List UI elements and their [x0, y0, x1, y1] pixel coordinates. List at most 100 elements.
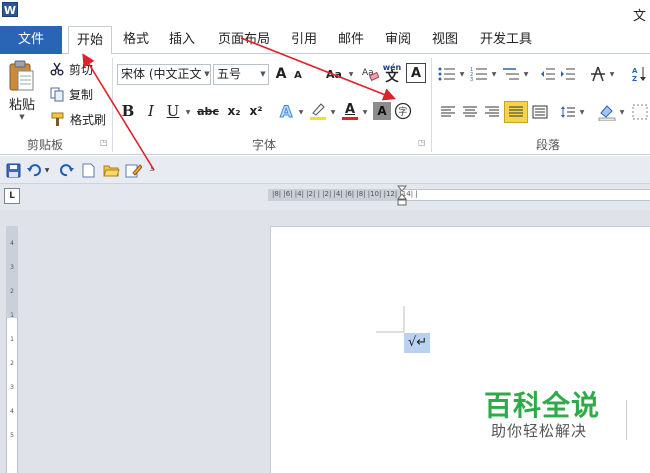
phonetic-guide-button[interactable]: wén 文 — [380, 60, 404, 86]
align-left-icon[interactable] — [438, 102, 458, 122]
multilevel-dropdown-icon[interactable]: ▼ — [522, 66, 530, 82]
enclose-characters-icon[interactable]: 字 — [393, 101, 413, 121]
bullets-dropdown-icon[interactable]: ▼ — [458, 66, 466, 82]
font-name-select[interactable]: 宋体 (中文正文 — [117, 64, 211, 85]
watermark-title: 百科全说 — [484, 389, 601, 422]
tab-insert[interactable]: 插入 — [164, 26, 200, 54]
margin-corner-mark — [376, 306, 405, 333]
redo-icon[interactable] — [57, 161, 75, 179]
font-color-button[interactable]: A — [340, 100, 360, 122]
underline-dropdown-icon[interactable]: ▼ — [183, 103, 193, 121]
undo-dropdown-icon[interactable]: ▼ — [43, 163, 51, 177]
align-center-icon[interactable] — [460, 102, 480, 122]
justify-icon[interactable] — [504, 101, 528, 123]
superscript-button[interactable]: x² — [245, 101, 267, 121]
font-color-dropdown-icon[interactable]: ▼ — [360, 103, 370, 121]
vruler-tick: 2 — [10, 288, 14, 295]
watermark-divider — [626, 400, 627, 440]
highlight-dropdown-icon[interactable]: ▼ — [328, 103, 338, 121]
window-title: 文 — [633, 9, 647, 24]
tab-file[interactable]: 文件 — [0, 26, 62, 54]
format-painter-button[interactable]: 格式刷 — [66, 110, 110, 128]
copy-icon[interactable] — [48, 85, 66, 103]
cut-button[interactable]: 剪切 — [66, 60, 96, 78]
shrink-font-button[interactable]: A — [290, 66, 306, 84]
multilevel-list-icon[interactable] — [500, 64, 522, 84]
scissors-icon[interactable] — [48, 60, 66, 78]
tab-developer[interactable]: 开发工具 — [474, 26, 538, 54]
strikethrough-button[interactable]: abc — [195, 101, 221, 121]
font-group-label: 字体 — [252, 138, 277, 152]
selected-check-mark-text[interactable]: √↵ — [404, 333, 430, 353]
tab-format[interactable]: 格式 — [118, 26, 154, 54]
char-shading-button[interactable]: A — [373, 102, 391, 120]
word-logo-icon[interactable]: W — [2, 2, 18, 17]
horizontal-ruler-ticks: |8| |6| |4| |2| | |2| |4| |6| |8| |10| |… — [272, 190, 418, 198]
font-launcher-icon[interactable]: ◳ — [418, 138, 426, 147]
align-right-icon[interactable] — [482, 102, 502, 122]
customize-qat-icon[interactable]: ⩡ — [147, 163, 157, 177]
open-folder-icon[interactable] — [101, 161, 121, 179]
indent-marker-icon[interactable] — [396, 185, 408, 207]
shading-icon[interactable] — [596, 101, 618, 123]
vruler-tick: 3 — [10, 384, 14, 391]
svg-text:A: A — [632, 67, 638, 75]
document-page[interactable] — [270, 226, 650, 473]
numbering-icon[interactable]: 123 — [468, 64, 490, 84]
chinese-layout-icon[interactable] — [588, 63, 608, 85]
paste-dropdown-icon[interactable]: ▼ — [14, 112, 30, 122]
svg-text:Z: Z — [632, 75, 637, 83]
new-document-icon[interactable] — [79, 161, 97, 179]
bullets-icon[interactable] — [436, 64, 458, 84]
change-case-button[interactable]: Aa — [322, 64, 346, 84]
line-spacing-dropdown-icon[interactable]: ▼ — [578, 104, 586, 120]
vruler-tick: 2 — [10, 360, 14, 367]
shading-dropdown-icon[interactable]: ▼ — [618, 104, 626, 120]
decrease-indent-icon[interactable] — [538, 64, 558, 84]
grow-font-button[interactable]: A — [272, 64, 290, 84]
paste-button[interactable]: 粘贴 — [6, 94, 38, 113]
text-effects-dropdown-icon[interactable]: ▼ — [296, 103, 306, 121]
distributed-icon[interactable] — [530, 102, 550, 122]
paste-icon[interactable] — [6, 58, 36, 94]
save-icon[interactable] — [4, 161, 22, 179]
vruler-tick: 4 — [10, 240, 14, 247]
ribbon-tabs: 文件 开始 格式 插入 页面布局 引用 邮件 审阅 视图 开发工具 — [0, 26, 650, 55]
line-spacing-icon[interactable] — [558, 102, 578, 122]
italic-button[interactable]: I — [142, 101, 160, 121]
font-size-value: 五号 — [217, 67, 242, 81]
increase-indent-icon[interactable] — [558, 64, 578, 84]
format-painter-icon[interactable] — [48, 110, 66, 128]
tab-view[interactable]: 视图 — [427, 26, 463, 54]
font-name-dropdown-icon[interactable]: ▼ — [202, 66, 212, 82]
font-size-dropdown-icon[interactable]: ▼ — [258, 66, 268, 82]
char-border-button[interactable]: A — [406, 63, 426, 83]
svg-text:3: 3 — [470, 77, 473, 82]
edit-document-icon[interactable] — [123, 161, 143, 179]
highlight-icon[interactable] — [308, 100, 328, 122]
svg-text:A: A — [280, 102, 293, 121]
tab-selector-button[interactable]: L — [4, 188, 20, 204]
change-case-dropdown-icon[interactable]: ▼ — [346, 64, 356, 84]
sort-icon[interactable]: AZ — [628, 64, 650, 84]
undo-icon[interactable] — [25, 161, 43, 179]
copy-button[interactable]: 复制 — [66, 85, 96, 103]
vruler-tick: 5 — [10, 432, 14, 439]
tab-mailings[interactable]: 邮件 — [333, 26, 369, 54]
clear-format-icon[interactable]: Aa — [360, 62, 380, 84]
numbering-dropdown-icon[interactable]: ▼ — [490, 66, 498, 82]
vruler-tick: 4 — [10, 408, 14, 415]
subscript-button[interactable]: x₂ — [223, 101, 245, 121]
tab-home[interactable]: 开始 — [68, 26, 112, 55]
borders-icon[interactable] — [630, 102, 650, 122]
bold-button[interactable]: B — [119, 101, 137, 121]
clipboard-group-label: 剪贴板 — [27, 138, 64, 152]
phonetic-guide-char: 文 — [385, 70, 399, 85]
tab-references[interactable]: 引用 — [286, 26, 322, 54]
clipboard-launcher-icon[interactable]: ◳ — [100, 138, 108, 147]
tab-review[interactable]: 审阅 — [380, 26, 416, 54]
text-effects-icon[interactable]: A — [276, 100, 298, 122]
chinese-layout-dropdown-icon[interactable]: ▼ — [608, 66, 616, 82]
tab-page-layout[interactable]: 页面布局 — [212, 26, 276, 54]
underline-button[interactable]: U — [164, 101, 182, 121]
